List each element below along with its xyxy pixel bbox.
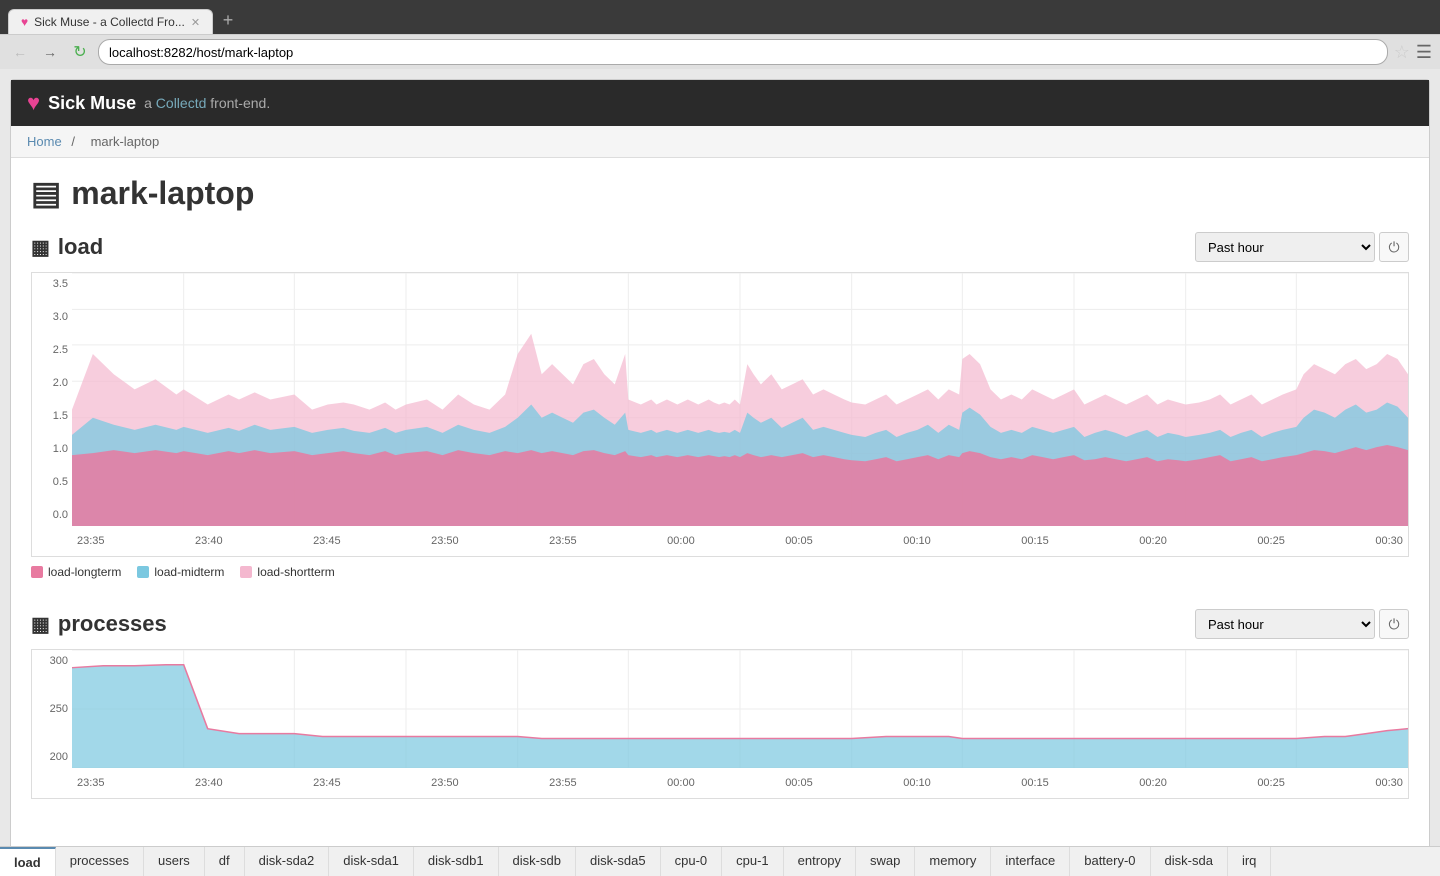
server-icon: ▤ [31, 174, 61, 212]
tab-load[interactable]: load [0, 847, 56, 876]
tab-disk-sda2[interactable]: disk-sda2 [245, 847, 330, 876]
host-name: mark-laptop [71, 175, 254, 212]
load-chart-title: ▦ load [31, 234, 103, 260]
tab-disk-sdb1[interactable]: disk-sdb1 [414, 847, 499, 876]
load-x-labels: 23:35 23:40 23:45 23:50 23:55 00:00 00:0… [72, 526, 1408, 556]
forward-button[interactable]: → [38, 40, 62, 64]
legend-midterm-color [137, 566, 149, 578]
bottom-tab-bar: load processes users df disk-sda2 disk-s… [0, 846, 1440, 876]
load-y-labels: 3.5 3.0 2.5 2.0 1.5 1.0 0.5 0.0 [32, 273, 72, 526]
load-chart-controls: Past hour ⏻ [1195, 232, 1409, 262]
tab-close-button[interactable]: ✕ [191, 16, 200, 29]
processes-chart-section: ▦ processes Past hour ⏻ 300 250 [31, 609, 1409, 799]
legend-longterm: load-longterm [31, 565, 121, 579]
tab-cpu-0[interactable]: cpu-0 [661, 847, 723, 876]
legend-shortterm: load-shortterm [240, 565, 334, 579]
processes-time-select[interactable]: Past hour [1195, 609, 1375, 639]
tab-interface[interactable]: interface [991, 847, 1070, 876]
load-time-select[interactable]: Past hour [1195, 232, 1375, 262]
tab-entropy[interactable]: entropy [784, 847, 856, 876]
breadcrumb: Home / mark-laptop [11, 126, 1429, 158]
tab-memory[interactable]: memory [915, 847, 991, 876]
processes-chart-svg-area [72, 650, 1408, 768]
tab-disk-sdb[interactable]: disk-sdb [499, 847, 576, 876]
load-chart-header: ▦ load Past hour ⏻ [31, 232, 1409, 262]
app-logo: ♥ [27, 90, 40, 116]
load-chart-legend: load-longterm load-midterm load-shortter… [31, 565, 1409, 579]
processes-x-labels: 23:35 23:40 23:45 23:50 23:55 00:00 00:0… [72, 768, 1408, 798]
tab-battery-0[interactable]: battery-0 [1070, 847, 1150, 876]
host-title: ▤ mark-laptop [31, 174, 1409, 212]
processes-chart-header: ▦ processes Past hour ⏻ [31, 609, 1409, 639]
load-chart-area: 3.5 3.0 2.5 2.0 1.5 1.0 0.5 0.0 [31, 272, 1409, 557]
processes-svg [72, 650, 1408, 768]
tab-title: Sick Muse - a Collectd Fro... [34, 15, 185, 29]
tab-df[interactable]: df [205, 847, 245, 876]
load-svg [72, 273, 1408, 526]
breadcrumb-current: mark-laptop [91, 134, 160, 149]
processes-power-button[interactable]: ⏻ [1379, 609, 1409, 639]
processes-y-labels: 300 250 200 [32, 650, 72, 768]
load-chart-svg-area [72, 273, 1408, 526]
main-content: ▤ mark-laptop ▦ load Past hour ⏻ [11, 158, 1429, 845]
tab-swap[interactable]: swap [856, 847, 915, 876]
load-chart-section: ▦ load Past hour ⏻ 3.5 3.0 [31, 232, 1409, 579]
app-subtitle: a Collectd front-end. [144, 95, 270, 111]
menu-button[interactable]: ☰ [1416, 42, 1432, 63]
legend-longterm-color [31, 566, 43, 578]
processes-chart-area: 300 250 200 [31, 649, 1409, 799]
breadcrumb-home[interactable]: Home [27, 134, 62, 149]
tab-users[interactable]: users [144, 847, 205, 876]
processes-chart-controls: Past hour ⏻ [1195, 609, 1409, 639]
app-header: ♥ Sick Muse a Collectd front-end. [11, 80, 1429, 126]
tab-disk-sda[interactable]: disk-sda [1151, 847, 1228, 876]
tab-favicon: ♥ [21, 15, 28, 29]
nav-bar: ← → ↻ ☆ ☰ [0, 34, 1440, 69]
address-bar[interactable] [98, 39, 1388, 65]
page-wrapper: ♥ Sick Muse a Collectd front-end. Home /… [0, 69, 1440, 869]
tab-irq[interactable]: irq [1228, 847, 1271, 876]
chart-bar-icon: ▦ [31, 235, 50, 260]
processes-chart-icon: ▦ [31, 612, 50, 637]
tab-disk-sda5[interactable]: disk-sda5 [576, 847, 661, 876]
load-power-button[interactable]: ⏻ [1379, 232, 1409, 262]
tab-cpu-1[interactable]: cpu-1 [722, 847, 784, 876]
tab-disk-sda1[interactable]: disk-sda1 [329, 847, 414, 876]
new-tab-button[interactable]: + [213, 6, 243, 34]
legend-shortterm-color [240, 566, 252, 578]
legend-midterm: load-midterm [137, 565, 224, 579]
browser-chrome: ♥ Sick Muse - a Collectd Fro... ✕ + ← → … [0, 0, 1440, 69]
app-title: Sick Muse [48, 93, 136, 114]
page-container: ♥ Sick Muse a Collectd front-end. Home /… [10, 79, 1430, 859]
tab-bar: ♥ Sick Muse - a Collectd Fro... ✕ + [0, 6, 1440, 34]
bookmark-button[interactable]: ☆ [1394, 42, 1410, 63]
browser-tab[interactable]: ♥ Sick Muse - a Collectd Fro... ✕ [8, 9, 213, 34]
refresh-button[interactable]: ↻ [68, 40, 92, 64]
collectd-link[interactable]: Collectd [156, 95, 207, 111]
processes-chart-title: ▦ processes [31, 611, 167, 637]
tab-processes[interactable]: processes [56, 847, 144, 876]
breadcrumb-separator: / [71, 134, 75, 149]
back-button[interactable]: ← [8, 40, 32, 64]
